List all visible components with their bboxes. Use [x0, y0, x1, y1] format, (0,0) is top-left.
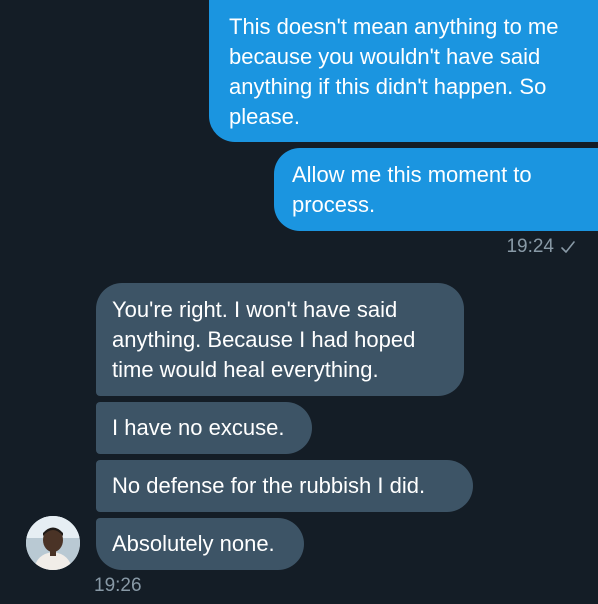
message-text: No defense for the rubbish I did. [112, 473, 426, 498]
message-text: I have no excuse. [112, 415, 285, 440]
outgoing-message[interactable]: Allow me this moment to process. [274, 148, 598, 231]
message-text: Allow me this moment to process. [292, 162, 532, 217]
incoming-message[interactable]: I have no excuse. [96, 402, 312, 454]
check-icon [560, 239, 576, 255]
timestamp-text: 19:24 [506, 236, 554, 257]
message-text: This doesn't mean anything to me because… [229, 14, 559, 129]
avatar[interactable] [26, 516, 80, 570]
outgoing-timestamp: 19:24 [506, 236, 576, 258]
incoming-message[interactable]: Absolutely none. [96, 518, 304, 570]
message-text: You're right. I won't have said anything… [112, 297, 416, 382]
outgoing-message[interactable]: This doesn't mean anything to me because… [209, 0, 598, 142]
incoming-timestamp: 19:26 [94, 575, 142, 597]
chat-thread: This doesn't mean anything to me because… [0, 0, 598, 604]
message-text: Absolutely none. [112, 531, 275, 556]
incoming-message[interactable]: No defense for the rubbish I did. [96, 460, 473, 512]
timestamp-text: 19:26 [94, 575, 142, 596]
incoming-message[interactable]: You're right. I won't have said anything… [96, 283, 464, 396]
